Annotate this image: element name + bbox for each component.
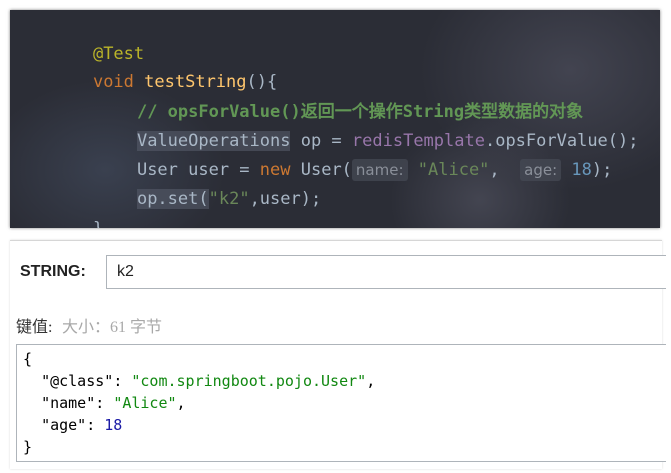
key-type-label: STRING: <box>20 263 86 280</box>
code-line-set: op.set("k2",user); <box>10 157 321 209</box>
code-line-close-brace: } <box>10 187 103 228</box>
json-open-brace: { <box>23 348 32 370</box>
json-brace-close: } <box>23 438 33 456</box>
param-hint-name: name: <box>351 159 408 181</box>
json-line-class: "@class": "com.springboot.pojo.User", <box>41 372 376 390</box>
code-line-method-signature: void testString(){ <box>10 40 277 92</box>
arg-name-string: "Alice" <box>417 160 490 180</box>
json-line-name: "name": "Alice", <box>41 394 186 412</box>
arg-key-string: "k2" <box>208 189 250 209</box>
json-value-name: "Alice" <box>113 394 177 412</box>
set-rest: ,user); <box>249 189 322 209</box>
code-line-comment: // opsForValue()返回一个操作String类型数据的对象 <box>10 70 583 122</box>
close-brace: } <box>93 219 103 228</box>
redis-value-viewer: STRING: k2 键值: 大小：61 字节 { "@class": "com… <box>10 240 666 469</box>
json-brace-open: { <box>23 350 33 368</box>
arg-age-number: 18 <box>571 160 592 180</box>
code-line-annotation: @Test <box>10 12 144 64</box>
value-editor[interactable]: { "@class": "com.springboot.pojo.User", … <box>16 344 666 462</box>
key-name-input[interactable]: k2 <box>106 255 666 289</box>
code-editor[interactable]: @Test void testString(){ // opsForValue(… <box>10 10 660 228</box>
json-line-age: "age": 18 <box>41 416 123 434</box>
code-line-new-user: User user = new User(name: "Alice", age:… <box>10 128 612 181</box>
value-size-text: 大小：61 字节 <box>62 319 163 336</box>
arg-comma: , <box>489 160 500 180</box>
json-key-name: "name" <box>41 394 96 412</box>
json-close-brace: } <box>23 436 32 458</box>
call-op-set: op.set( <box>136 189 209 209</box>
param-hint-age: age: <box>520 159 562 181</box>
json-key-age: "age" <box>41 416 87 434</box>
json-key-class: "@class" <box>41 372 114 390</box>
json-value-class: "com.springboot.pojo.User" <box>131 372 367 390</box>
json-value-age: 18 <box>104 416 123 434</box>
code-line-value-operations: ValueOperations op = redisTemplate.opsFo… <box>10 99 639 151</box>
value-label: 键值: <box>16 319 53 336</box>
ctor-end: ); <box>591 160 613 180</box>
